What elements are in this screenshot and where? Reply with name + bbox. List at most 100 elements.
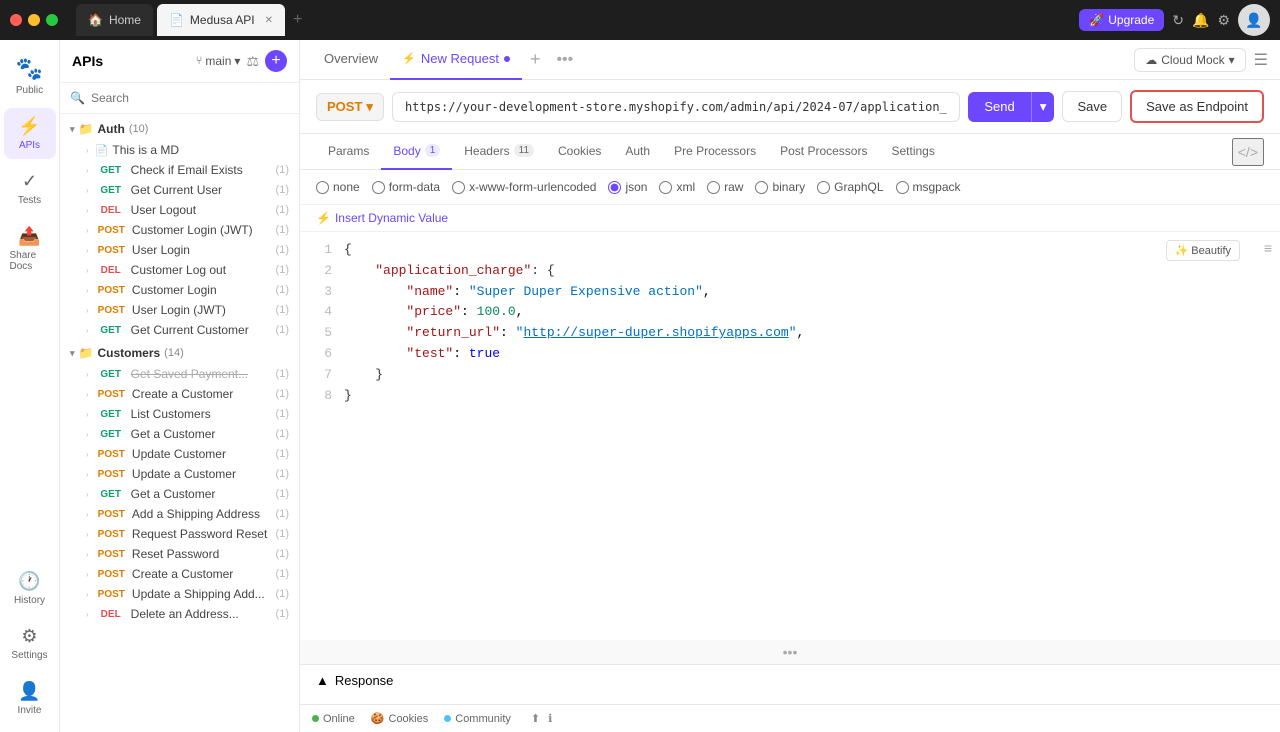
more-tabs-button[interactable]: •••	[548, 51, 581, 69]
list-item[interactable]: › DEL Delete an Address... (1)	[60, 604, 299, 624]
response-header[interactable]: ▲ Response	[316, 665, 1264, 696]
tab-cookies[interactable]: Cookies	[546, 134, 613, 170]
list-item[interactable]: › GET Get Saved Payment... (1)	[60, 364, 299, 384]
list-item[interactable]: › POST Create a Customer (1)	[60, 564, 299, 584]
list-item[interactable]: › POST Update Customer (1)	[60, 444, 299, 464]
list-item[interactable]: › GET Check if Email Exists (1)	[60, 160, 299, 180]
refresh-button[interactable]: ↻	[1172, 12, 1184, 29]
body-type-raw[interactable]: raw	[707, 180, 743, 194]
list-item[interactable]: › POST Request Password Reset (1)	[60, 524, 299, 544]
tab-settings[interactable]: Settings	[879, 134, 946, 170]
send-dropdown-button[interactable]: ▾	[1031, 92, 1055, 122]
customers-group-header[interactable]: ▾ 📁 Customers (14)	[60, 342, 299, 364]
body-type-urlencoded-radio[interactable]	[452, 181, 465, 194]
list-item[interactable]: › DEL Customer Log out (1)	[60, 260, 299, 280]
resize-handle[interactable]: •••	[300, 640, 1280, 664]
medusa-tab[interactable]: 📄 Medusa API ✕	[157, 4, 285, 36]
body-type-binary[interactable]: binary	[755, 180, 805, 194]
branch-select[interactable]: ⑂ main ▾	[196, 54, 241, 68]
body-type-raw-radio[interactable]	[707, 181, 720, 194]
body-type-none-radio[interactable]	[316, 181, 329, 194]
add-api-button[interactable]: +	[265, 50, 287, 72]
tab-body[interactable]: Body 1	[381, 134, 452, 170]
body-type-graphql[interactable]: GraphQL	[817, 180, 883, 194]
list-item[interactable]: › POST User Login (JWT) (1)	[60, 300, 299, 320]
tab-new-request[interactable]: ⚡ New Request	[390, 40, 522, 80]
hamburger-button[interactable]: ☰	[1254, 50, 1268, 70]
sidebar-item-settings[interactable]: ⚙ Settings	[4, 618, 56, 669]
save-endpoint-button[interactable]: Save as Endpoint	[1130, 90, 1264, 123]
body-type-urlencoded[interactable]: x-www-form-urlencoded	[452, 180, 596, 194]
method-select[interactable]: POST ▾	[316, 93, 384, 121]
tab-auth[interactable]: Auth	[613, 134, 662, 170]
list-item[interactable]: › GET Get a Customer (1)	[60, 424, 299, 444]
list-item[interactable]: › POST Customer Login (1)	[60, 280, 299, 300]
save-button[interactable]: Save	[1062, 91, 1122, 122]
home-tab[interactable]: 🏠 Home	[76, 4, 153, 36]
cloud-mock-button[interactable]: ☁ Cloud Mock ▾	[1134, 48, 1245, 72]
list-item[interactable]: › GET Get Current User (1)	[60, 180, 299, 200]
body-type-none[interactable]: none	[316, 180, 360, 194]
info-icon[interactable]: ℹ	[548, 712, 552, 725]
tab-params[interactable]: Params	[316, 134, 381, 170]
auth-group-header[interactable]: ▾ 📁 Auth (10)	[60, 118, 299, 140]
body-type-xml[interactable]: xml	[659, 180, 695, 194]
beautify-button[interactable]: ✨ Beautify	[1166, 240, 1240, 261]
list-item[interactable]: › POST User Login (1)	[60, 240, 299, 260]
add-tab-button[interactable]: +	[522, 49, 549, 70]
sidebar-item-tests[interactable]: ✓ Tests	[4, 163, 56, 214]
body-type-msgpack-radio[interactable]	[896, 181, 909, 194]
search-input[interactable]	[91, 91, 289, 105]
maximize-traffic-light[interactable]	[46, 14, 58, 26]
minimize-traffic-light[interactable]	[28, 14, 40, 26]
tab-pre-processors[interactable]: Pre Processors	[662, 134, 768, 170]
list-item[interactable]: › 📄 This is a MD	[60, 140, 299, 160]
list-item[interactable]: › POST Update a Customer (1)	[60, 464, 299, 484]
list-item[interactable]: › POST Add a Shipping Address (1)	[60, 504, 299, 524]
filter-button[interactable]: ⚖	[246, 53, 259, 70]
list-item[interactable]: › GET List Customers (1)	[60, 404, 299, 424]
send-button[interactable]: Send	[968, 92, 1030, 122]
medusa-tab-close[interactable]: ✕	[265, 15, 273, 26]
body-type-form-data-radio[interactable]	[372, 181, 385, 194]
line-number: 3	[316, 282, 332, 303]
sidebar-item-invite[interactable]: 👤 Invite	[4, 673, 56, 724]
list-item[interactable]: › GET Get a Customer (1)	[60, 484, 299, 504]
upload-icon[interactable]: ⬆	[531, 712, 540, 725]
sidebar-item-share[interactable]: 📤 Share Docs	[4, 218, 56, 280]
close-traffic-light[interactable]	[10, 14, 22, 26]
sidebar-item-public[interactable]: 🐾 Public	[4, 48, 56, 104]
body-type-json-radio[interactable]	[608, 181, 621, 194]
tab-overview[interactable]: Overview	[312, 40, 390, 80]
code-view-button[interactable]: </>	[1232, 138, 1264, 166]
body-type-form-data[interactable]: form-data	[372, 180, 440, 194]
sidebar-item-apis[interactable]: ⚡ APIs	[4, 108, 56, 159]
avatar[interactable]: 👤	[1238, 4, 1270, 36]
list-item[interactable]: › POST Create a Customer (1)	[60, 384, 299, 404]
upgrade-button[interactable]: 🚀 Upgrade	[1079, 9, 1164, 31]
body-type-json[interactable]: json	[608, 180, 647, 194]
status-community[interactable]: Community	[444, 713, 511, 725]
insert-dynamic-bar[interactable]: ⚡ Insert Dynamic Value	[300, 205, 1280, 232]
bell-button[interactable]: 🔔	[1192, 12, 1209, 29]
sidebar-item-history[interactable]: 🕐 History	[4, 563, 56, 614]
code-editor[interactable]: ✨ Beautify ≡ 1 { 2 "application_charge":…	[300, 232, 1280, 640]
body-type-xml-radio[interactable]	[659, 181, 672, 194]
list-item[interactable]: › POST Customer Login (JWT) (1)	[60, 220, 299, 240]
url-input[interactable]	[392, 92, 960, 122]
list-item[interactable]: › GET Get Current Customer (1)	[60, 320, 299, 340]
list-item[interactable]: › POST Reset Password (1)	[60, 544, 299, 564]
tab-headers[interactable]: Headers 11	[452, 134, 546, 170]
public-icon: 🐾	[16, 56, 43, 82]
tab-post-processors[interactable]: Post Processors	[768, 134, 879, 170]
body-type-graphql-radio[interactable]	[817, 181, 830, 194]
body-type-binary-radio[interactable]	[755, 181, 768, 194]
settings-icon-button[interactable]: ⚙	[1217, 12, 1230, 29]
item-count: (1)	[276, 488, 289, 500]
list-item[interactable]: › DEL User Logout (1)	[60, 200, 299, 220]
new-tab-button[interactable]: +	[293, 11, 302, 29]
list-item[interactable]: › POST Update a Shipping Add... (1)	[60, 584, 299, 604]
body-type-msgpack[interactable]: msgpack	[896, 180, 961, 194]
status-cookies[interactable]: 🍪 Cookies	[371, 712, 428, 725]
lines-icon-button[interactable]: ≡	[1264, 240, 1272, 256]
